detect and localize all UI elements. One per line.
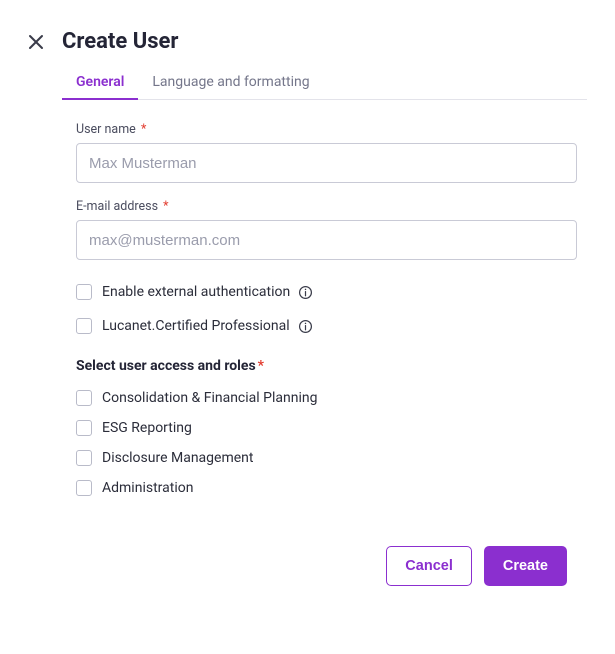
role-consolidation: Consolidation & Financial Planning <box>76 390 577 406</box>
username-label: User name * <box>76 122 577 137</box>
role-label: Consolidation & Financial Planning <box>102 390 317 406</box>
role-checkbox[interactable] <box>76 390 92 406</box>
info-icon[interactable] <box>298 319 313 334</box>
required-marker: * <box>258 358 264 374</box>
option-certified-pro: Lucanet.Certified Professional <box>76 318 577 334</box>
create-button[interactable]: Create <box>484 546 567 586</box>
close-icon[interactable] <box>28 34 44 50</box>
email-label-text: E-mail address <box>76 199 158 214</box>
option-external-auth: Enable external authentication <box>76 284 577 300</box>
role-checkbox[interactable] <box>76 450 92 466</box>
certified-pro-label: Lucanet.Certified Professional <box>102 318 290 334</box>
external-auth-checkbox[interactable] <box>76 284 92 300</box>
certified-pro-checkbox[interactable] <box>76 318 92 334</box>
role-label: Administration <box>102 480 193 496</box>
required-marker: * <box>163 199 168 214</box>
role-checkbox[interactable] <box>76 480 92 496</box>
required-marker: * <box>141 122 146 137</box>
roles-section-title: Select user access and roles* <box>76 358 577 374</box>
role-label: ESG Reporting <box>102 420 192 436</box>
username-input[interactable] <box>76 143 577 183</box>
role-disclosure: Disclosure Management <box>76 450 577 466</box>
email-input[interactable] <box>76 220 577 260</box>
modal-footer: Cancel Create <box>76 546 577 586</box>
role-checkbox[interactable] <box>76 420 92 436</box>
role-esg: ESG Reporting <box>76 420 577 436</box>
tab-bar: General Language and formatting <box>62 68 587 100</box>
external-auth-label: Enable external authentication <box>102 284 290 300</box>
info-icon[interactable] <box>298 285 313 300</box>
email-label: E-mail address * <box>76 199 577 214</box>
roles-section-title-text: Select user access and roles <box>76 358 256 374</box>
role-administration: Administration <box>76 480 577 496</box>
form-body: User name * E-mail address * Enable exte… <box>76 122 577 586</box>
tab-language-formatting[interactable]: Language and formatting <box>138 68 323 100</box>
role-label: Disclosure Management <box>102 450 253 466</box>
cancel-button[interactable]: Cancel <box>386 546 472 586</box>
username-label-text: User name <box>76 122 136 137</box>
create-user-modal: Create User General Language and formatt… <box>0 0 615 606</box>
modal-title: Create User <box>62 28 587 56</box>
tab-general[interactable]: General <box>62 68 138 100</box>
